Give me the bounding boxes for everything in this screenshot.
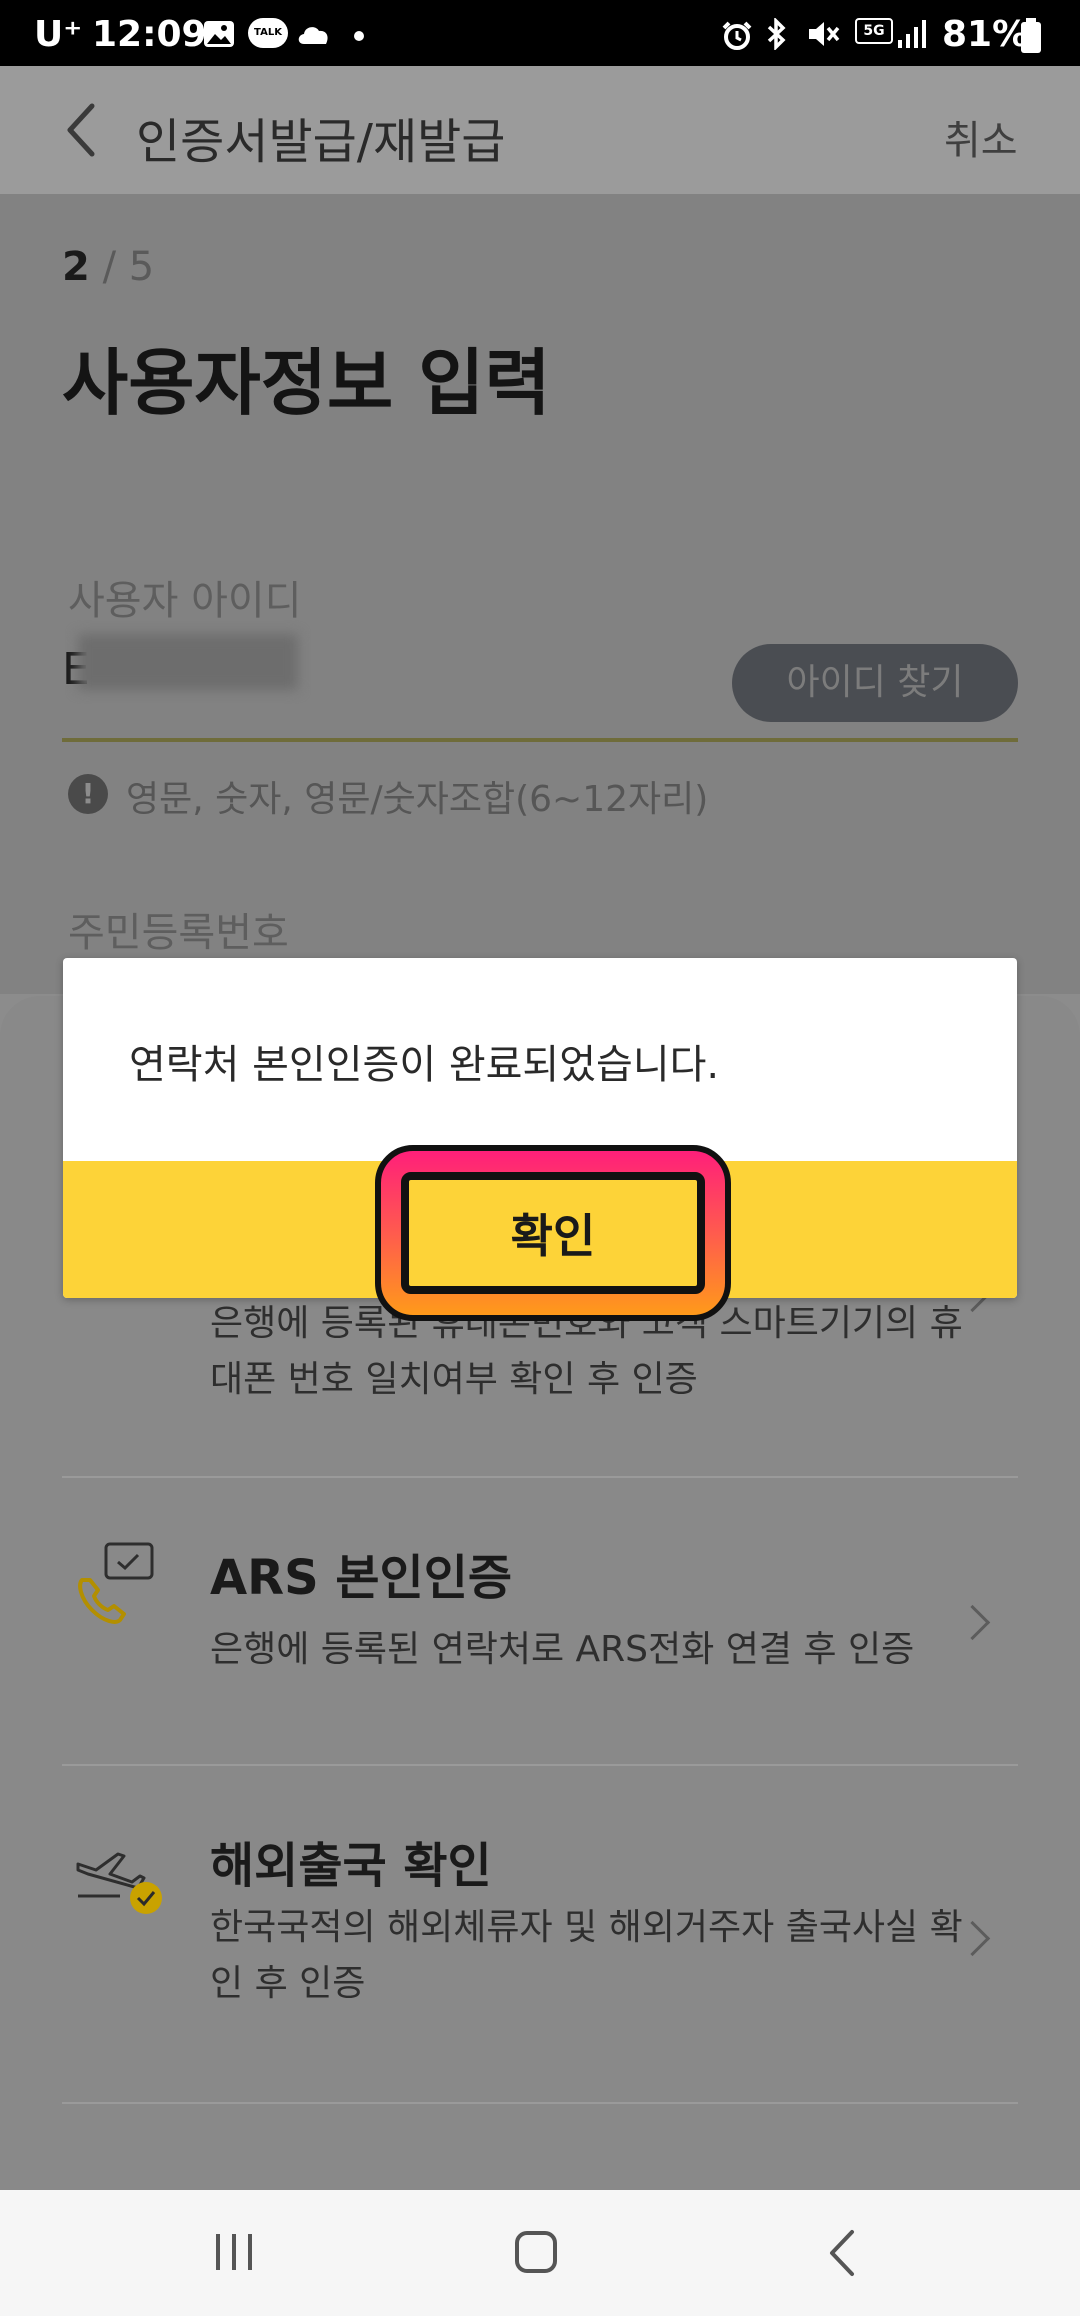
find-id-button[interactable]: 아이디 찾기 xyxy=(732,644,1018,722)
info-icon: ! xyxy=(68,774,108,814)
status-bar: U⁺ 12:09 TALK 5G 81% xyxy=(0,0,1080,66)
bluetooth-icon xyxy=(767,18,786,50)
recent-apps-icon[interactable] xyxy=(212,2230,256,2274)
notification-dot-icon xyxy=(354,31,364,41)
clock: 12:09 xyxy=(92,14,207,55)
user-id-masked-value xyxy=(78,634,298,690)
alarm-icon xyxy=(722,21,752,50)
step-total: / 5 xyxy=(102,244,155,290)
method-overseas-description: 한국국적의 해외체류자 및 해외거주자 출국사실 확 인 후 인증 xyxy=(210,1907,963,2004)
method-overseas-title: 해외출국 확인 xyxy=(210,1838,492,1894)
page-title: 사용자정보 입력 xyxy=(62,341,551,425)
back-nav-icon[interactable] xyxy=(824,2228,860,2278)
step-indicator: 2 / 5 xyxy=(62,244,154,290)
resident-number-label: 주민등록번호 xyxy=(68,910,289,956)
step-current: 2 xyxy=(62,244,90,290)
cloud-icon xyxy=(298,27,328,44)
confirm-button-label: 확인 xyxy=(510,1209,596,1263)
chevron-right-icon xyxy=(954,1604,991,1641)
header-title: 인증서발급/재발급 xyxy=(136,114,506,170)
app-header: 인증서발급/재발급 취소 xyxy=(0,66,1080,194)
dialog-message: 연락처 본인인증이 완료되었습니다. xyxy=(129,1042,720,1088)
user-id-hint: 영문, 숫자, 영문/숫자조합(6~12자리) xyxy=(126,779,709,820)
phone-chat-icon xyxy=(78,1542,154,1624)
confirm-button[interactable]: 확인 xyxy=(401,1172,705,1294)
user-id-label: 사용자 아이디 xyxy=(68,578,302,624)
network-5g-icon: 5G xyxy=(855,18,893,44)
divider xyxy=(62,2102,1018,2104)
system-nav-bar xyxy=(0,2190,1080,2316)
carrier-label: U⁺ xyxy=(34,14,83,55)
back-arrow-icon[interactable] xyxy=(60,100,100,160)
method-ars-description: 은행에 등록된 연락처로 ARS전화 연결 후 인증 xyxy=(210,1629,915,1670)
user-info-form: 2 / 5 사용자정보 입력 사용자 아이디 E 아이디 찾기 ! 영문, 숫자… xyxy=(0,194,1080,994)
mute-icon xyxy=(809,22,840,46)
battery-percent: 81% xyxy=(942,14,1029,55)
cancel-button[interactable]: 취소 xyxy=(944,108,1018,166)
user-id-underline xyxy=(62,738,1018,742)
battery-icon xyxy=(1021,18,1041,53)
signal-icon xyxy=(898,20,926,48)
gallery-icon xyxy=(204,21,234,47)
home-icon[interactable] xyxy=(512,2228,560,2276)
plane-check-icon xyxy=(76,1852,162,1914)
method-ars[interactable]: ARS 본인인증 은행에 등록된 연락처로 ARS전화 연결 후 인증 xyxy=(62,1478,1018,1764)
method-ars-title: ARS 본인인증 xyxy=(210,1550,513,1606)
kakaotalk-icon: TALK xyxy=(248,18,288,48)
method-overseas[interactable]: 해외출국 확인 한국국적의 해외체류자 및 해외거주자 출국사실 확 인 후 인… xyxy=(62,1766,1018,2102)
